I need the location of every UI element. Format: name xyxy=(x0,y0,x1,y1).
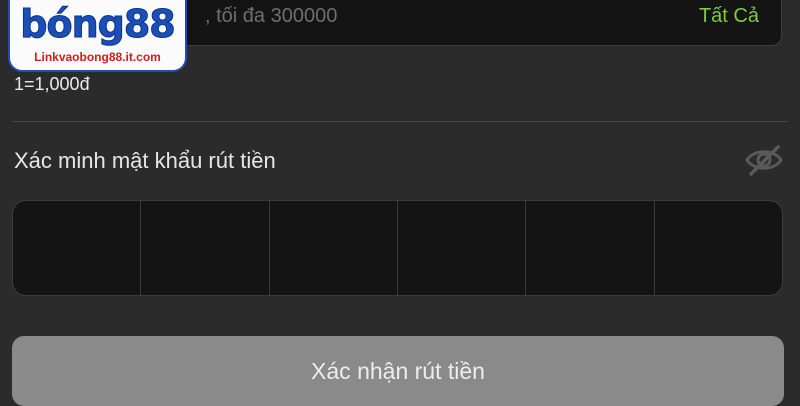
eye-slash-icon[interactable] xyxy=(744,144,784,176)
brand-logo-watermark: bóng88 Linkvaobong88.it.com xyxy=(8,0,187,72)
pin-cell-2[interactable] xyxy=(141,201,270,295)
brand-logo-url: Linkvaobong88.it.com xyxy=(34,50,161,64)
confirm-withdraw-button[interactable]: Xác nhận rút tiền xyxy=(12,336,784,406)
pin-cell-3[interactable] xyxy=(270,201,398,295)
withdraw-password-label: Xác minh mật khẩu rút tiền xyxy=(14,148,276,173)
exchange-rate: 1=1,000đ xyxy=(14,74,90,94)
pin-cell-5[interactable] xyxy=(526,201,655,295)
amount-placeholder: , tối đa 300000 xyxy=(205,5,338,27)
withdraw-all-button[interactable]: Tất Cả xyxy=(699,5,759,28)
brand-logo-text: bóng88 xyxy=(20,2,176,47)
section-divider xyxy=(12,121,788,122)
pin-cell-6[interactable] xyxy=(655,201,782,295)
withdraw-pin-input[interactable] xyxy=(12,200,783,296)
pin-cell-1[interactable] xyxy=(13,201,142,295)
pin-cell-4[interactable] xyxy=(398,201,527,295)
